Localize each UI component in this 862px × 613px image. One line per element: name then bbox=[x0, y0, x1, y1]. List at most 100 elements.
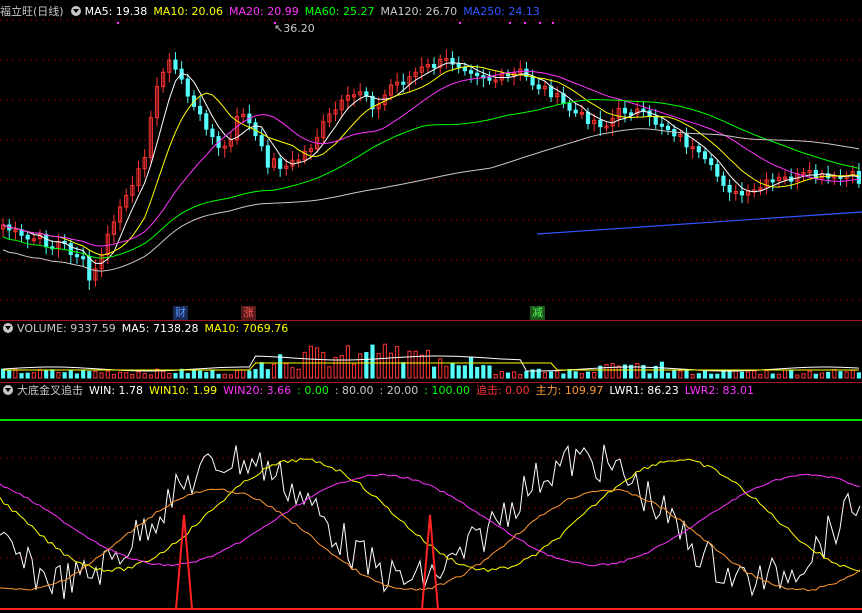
candle-body bbox=[696, 146, 701, 153]
volume-bar bbox=[776, 373, 781, 379]
volume-bar bbox=[555, 370, 560, 379]
volume-bar bbox=[616, 365, 621, 379]
arrow-icon: ↖ bbox=[274, 22, 284, 35]
volume-bar bbox=[302, 351, 307, 379]
volume-bar bbox=[87, 371, 92, 379]
volume-bar bbox=[856, 372, 861, 379]
candle-body bbox=[573, 109, 578, 114]
volume-bar bbox=[505, 372, 511, 379]
volume-bar bbox=[468, 357, 474, 379]
volume-bar bbox=[68, 369, 73, 379]
candle-body bbox=[204, 113, 209, 130]
volume-bar bbox=[690, 373, 695, 379]
volume-bar bbox=[271, 363, 277, 379]
candle-body bbox=[653, 116, 658, 125]
volume-ma5-line bbox=[3, 355, 859, 372]
volume-bar bbox=[210, 369, 215, 379]
volume-bar bbox=[795, 374, 800, 379]
signal-tag-cai: 财 bbox=[173, 306, 188, 320]
candle-body bbox=[813, 169, 818, 179]
volume-bar bbox=[407, 350, 412, 379]
volume-bar bbox=[610, 363, 615, 379]
stock-chart-canvas[interactable] bbox=[0, 0, 862, 613]
volume-bar bbox=[228, 374, 233, 379]
marker-dot bbox=[523, 21, 527, 25]
candle-body bbox=[278, 158, 283, 169]
volume-bar bbox=[142, 373, 147, 379]
volume-bar bbox=[456, 365, 461, 379]
volume-bar bbox=[807, 370, 812, 379]
volume-bar bbox=[832, 369, 837, 379]
volume-bar bbox=[752, 370, 757, 379]
volume-bar bbox=[635, 363, 640, 379]
main-force-line bbox=[0, 488, 861, 592]
volume-bar bbox=[388, 352, 394, 379]
volume-bar bbox=[475, 366, 480, 379]
ma20-line bbox=[2, 70, 859, 247]
volume-bar bbox=[838, 371, 843, 379]
candle-body bbox=[210, 128, 215, 138]
candle-body bbox=[475, 72, 480, 77]
volume-bar bbox=[204, 372, 209, 379]
volume-bar bbox=[321, 351, 326, 379]
candle-body bbox=[665, 125, 671, 130]
volume-bar bbox=[74, 373, 80, 379]
ma10-line bbox=[2, 65, 859, 256]
volume-bar bbox=[647, 373, 652, 379]
volume-bar bbox=[684, 368, 689, 379]
volume-bar bbox=[739, 371, 745, 379]
candle-body bbox=[259, 135, 264, 147]
candle-body bbox=[684, 133, 689, 148]
volume-bar bbox=[81, 369, 86, 379]
volume-bar bbox=[561, 373, 566, 379]
volume-bar bbox=[358, 353, 363, 379]
marker-dot bbox=[551, 21, 555, 25]
candle-body bbox=[25, 234, 30, 240]
volume-bar bbox=[665, 372, 671, 379]
volume-bar bbox=[512, 371, 517, 379]
volume-bar bbox=[284, 363, 289, 379]
candle-body bbox=[68, 243, 73, 256]
volume-bar bbox=[345, 345, 350, 379]
volume-bar bbox=[370, 344, 375, 379]
volume-bar bbox=[253, 369, 258, 379]
candle-body bbox=[709, 158, 714, 165]
volume-bar bbox=[62, 372, 67, 379]
volume-bar bbox=[481, 365, 486, 379]
candle-body bbox=[74, 254, 80, 258]
candle-body bbox=[739, 190, 745, 196]
volume-bar bbox=[191, 370, 197, 379]
volume-bar bbox=[173, 373, 178, 379]
candle-body bbox=[567, 103, 572, 111]
volume-bar bbox=[826, 371, 831, 379]
volume-bar bbox=[37, 369, 43, 379]
volume-bar bbox=[31, 372, 36, 379]
volume-bar bbox=[444, 365, 449, 379]
volume-bar bbox=[819, 372, 825, 379]
candle-body bbox=[702, 151, 708, 160]
volume-bar bbox=[124, 372, 129, 379]
volume-bar bbox=[364, 352, 369, 379]
volume-bar bbox=[130, 373, 135, 379]
candle-body bbox=[487, 77, 492, 81]
volume-bar bbox=[579, 373, 584, 379]
volume-bar bbox=[296, 368, 301, 379]
candle-body bbox=[598, 119, 603, 128]
candle-body bbox=[462, 66, 467, 72]
volume-bar bbox=[198, 370, 203, 379]
volume-bar bbox=[702, 369, 708, 379]
volume-bar bbox=[573, 371, 578, 379]
volume-bar bbox=[308, 345, 314, 379]
price-high-annotation: ↖36.20 bbox=[274, 22, 315, 35]
volume-bar bbox=[758, 373, 763, 379]
candle-body bbox=[81, 256, 86, 260]
volume-bar bbox=[567, 369, 572, 379]
candle-body bbox=[659, 123, 664, 127]
volume-bar bbox=[548, 371, 554, 379]
volume-bar bbox=[524, 370, 529, 379]
volume-bar bbox=[678, 370, 683, 379]
volume-bar bbox=[93, 370, 98, 379]
candle-body bbox=[629, 112, 634, 116]
volume-bar bbox=[56, 372, 61, 379]
volume-bar bbox=[339, 354, 344, 379]
